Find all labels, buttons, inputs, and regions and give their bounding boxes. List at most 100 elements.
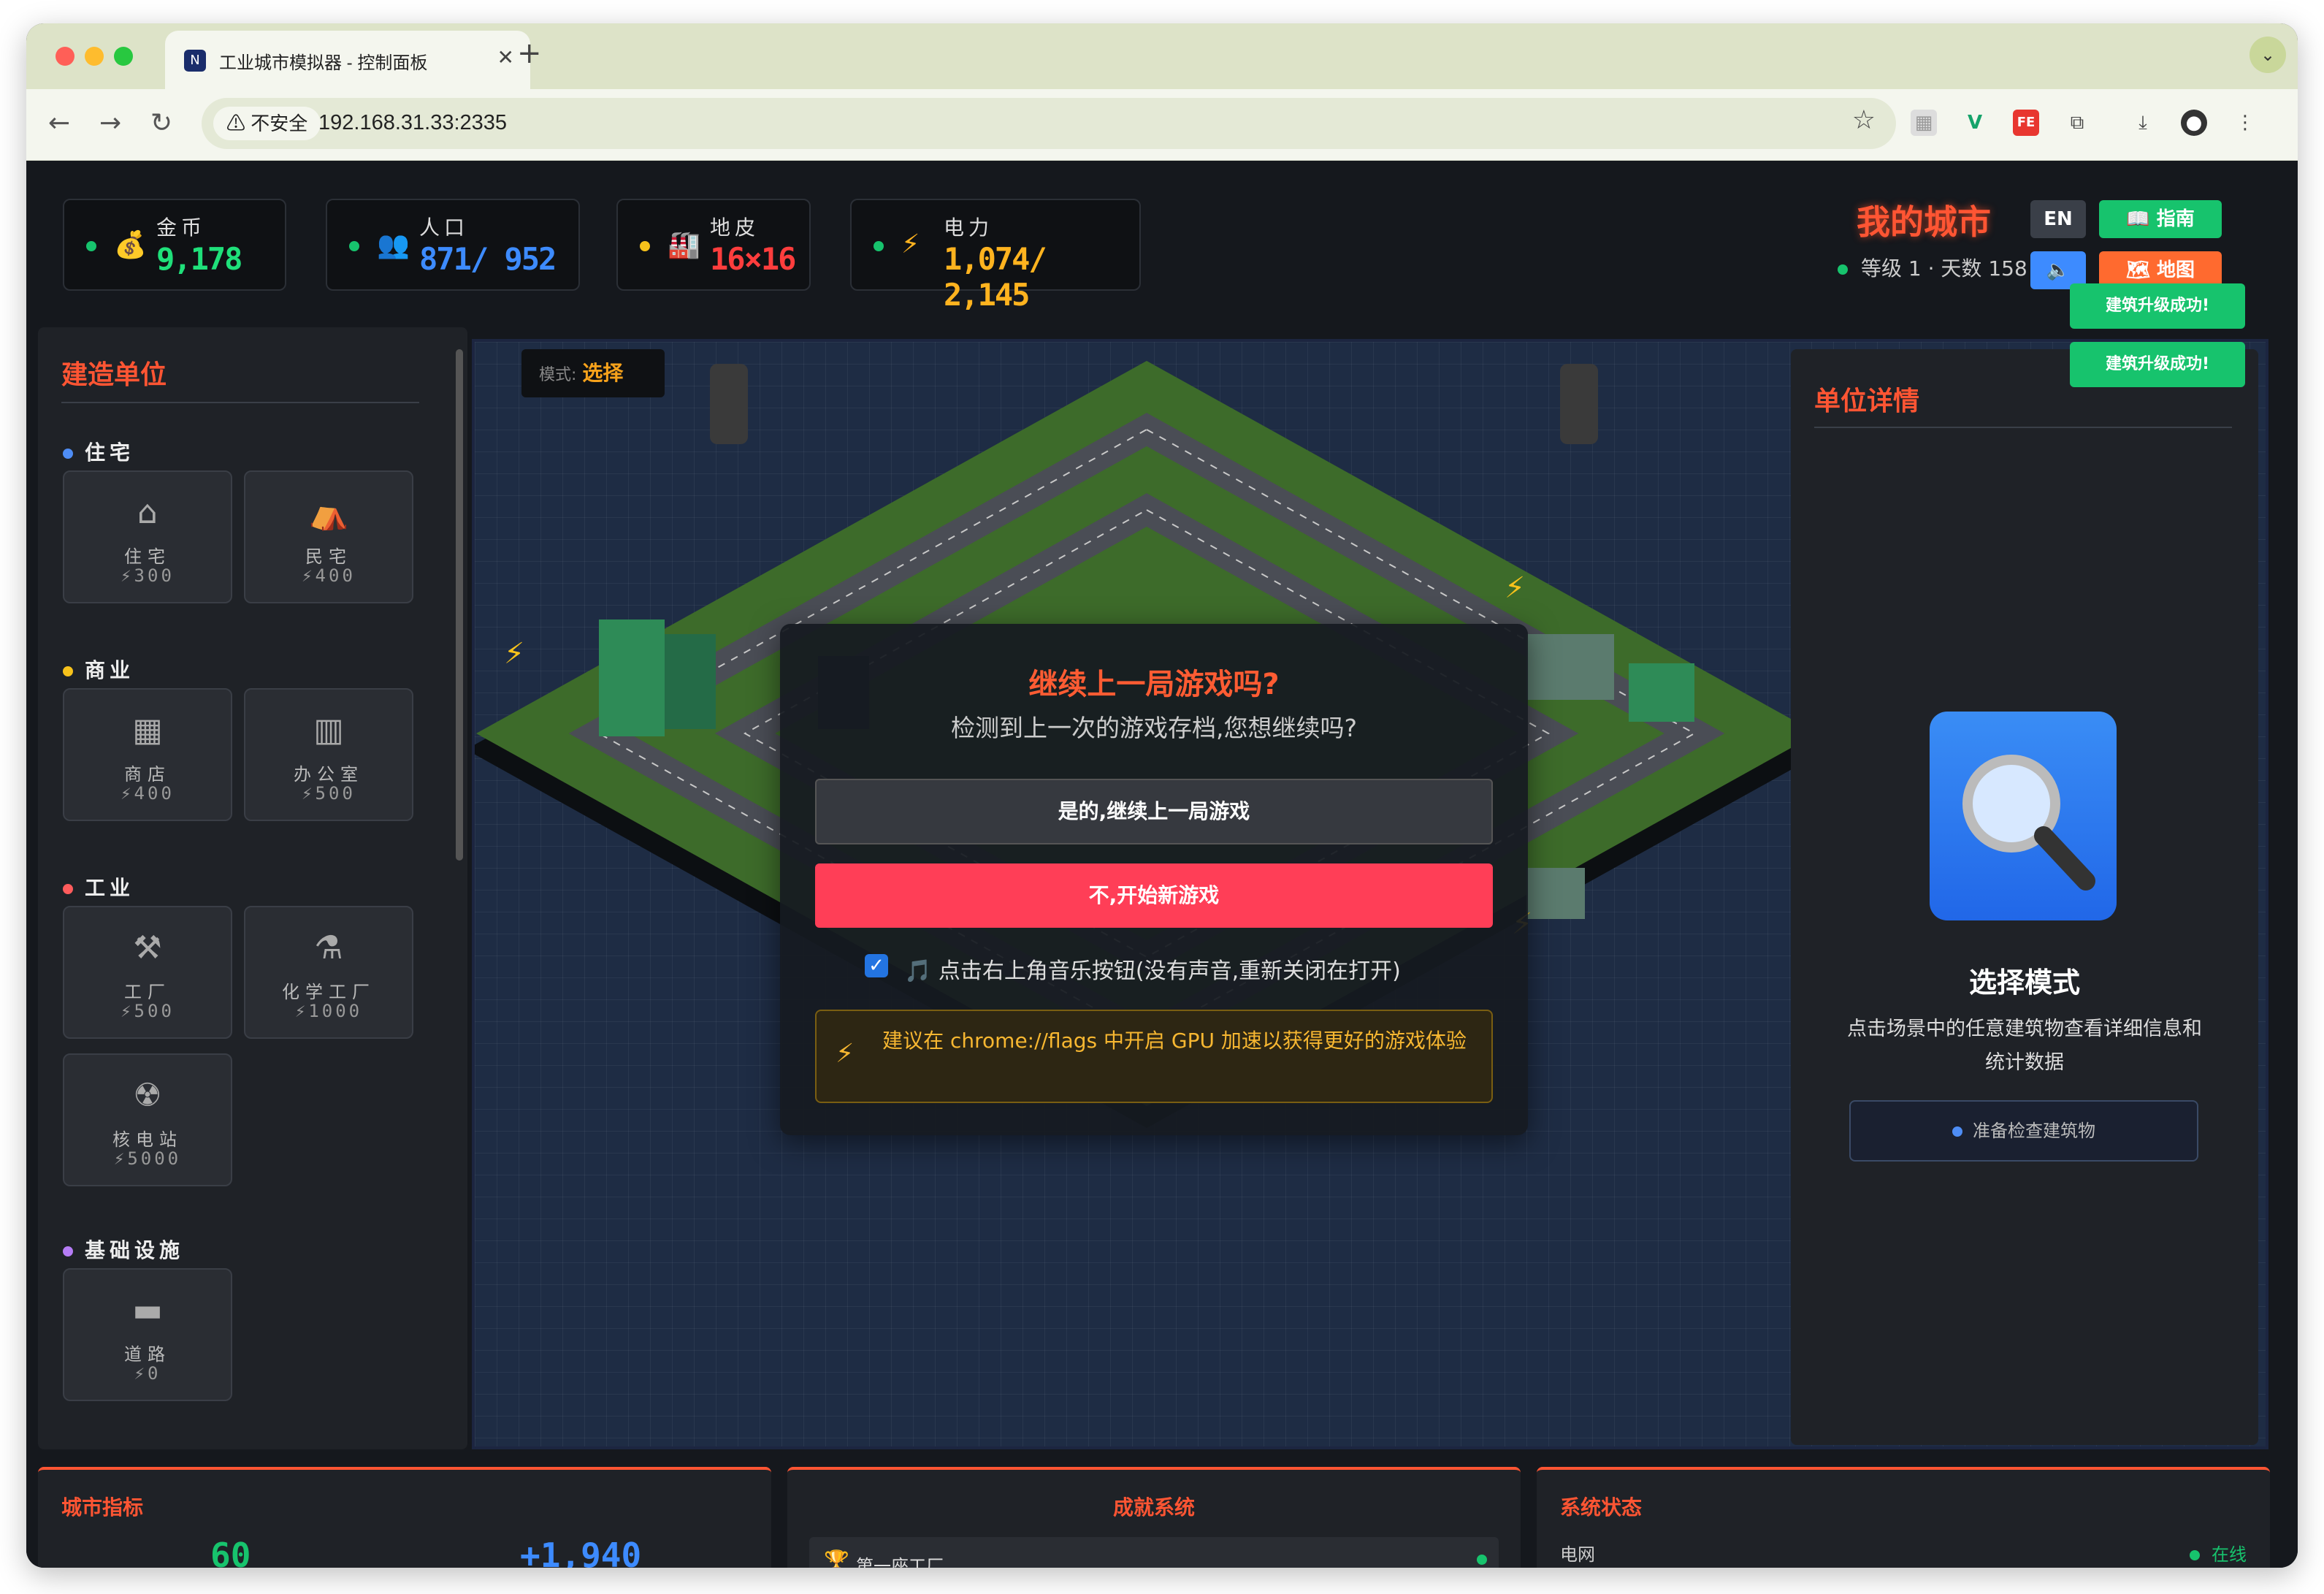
city-level-days: 等级 1 · 天数 158 bbox=[1838, 253, 2027, 282]
divider bbox=[61, 402, 419, 403]
stat-land: 🏭 地皮 16×16 bbox=[616, 199, 811, 291]
build-card-shop[interactable]: ▦ 商店 ⚡400 bbox=[63, 688, 232, 821]
build-card-office[interactable]: ▥ 办公室 ⚡500 bbox=[244, 688, 413, 821]
download-icon[interactable]: ⤓ bbox=[2130, 110, 2156, 136]
select-mode-title: 选择模式 bbox=[1968, 966, 2080, 999]
build-price: ⚡400 bbox=[302, 565, 356, 586]
build-card-factory[interactable]: ⚒ 工厂 ⚡500 bbox=[63, 906, 232, 1039]
cooling-tower bbox=[1560, 364, 1598, 444]
build-name: 民宅 bbox=[305, 546, 352, 567]
build-card-road[interactable]: ▬ 道路 ⚡0 bbox=[63, 1268, 232, 1401]
browser-window: N 工业城市模拟器 - 控制面板 ✕ + ⌄ ← → ↻ ⚠ 不安全 192.1… bbox=[26, 23, 2298, 1568]
build-card-chemical-plant[interactable]: ⚗ 化学工厂 ⚡1000 bbox=[244, 906, 413, 1039]
lightning-icon: ⚡ bbox=[901, 229, 920, 259]
maximize-window-button[interactable] bbox=[114, 47, 133, 66]
mode-value: 选择 bbox=[582, 361, 624, 385]
extension-grid-icon[interactable]: ▦ bbox=[1911, 110, 1937, 136]
system-status-panel: 系统状态 电网 在线 bbox=[1537, 1467, 2270, 1568]
dialog-subtitle: 检测到上一次的游戏存档,您想继续吗? bbox=[950, 714, 1357, 742]
new-tab-button[interactable]: + bbox=[517, 37, 542, 70]
category-dot bbox=[63, 1246, 73, 1256]
browser-toolbar: ← → ↻ ⚠ 不安全 192.168.31.33:2335 ☆ ▦ V FE … bbox=[26, 89, 2298, 161]
extension-fe-icon[interactable]: FE bbox=[2013, 110, 2039, 136]
achievements-panel: 成就系统 🏆 第一座工厂 bbox=[787, 1467, 1521, 1568]
continue-game-button[interactable]: 是的,继续上一局游戏 bbox=[815, 779, 1493, 844]
system-row-value-text: 在线 bbox=[2212, 1544, 2247, 1565]
category-dot bbox=[63, 449, 73, 459]
stat-label: 地皮 bbox=[710, 216, 760, 240]
lightning-icon: ⚡ bbox=[504, 637, 524, 671]
url-text[interactable]: 192.168.31.33:2335 bbox=[318, 111, 507, 135]
forward-arrow-icon[interactable]: → bbox=[99, 108, 121, 138]
stat-label: 人口 bbox=[419, 216, 470, 240]
trophy-icon: 🏆 bbox=[824, 1549, 849, 1568]
city-metrics-panel: 城市指标 60 +1,940 bbox=[38, 1467, 771, 1568]
back-arrow-icon[interactable]: ← bbox=[48, 108, 70, 138]
category-commercial: 商业 bbox=[63, 655, 134, 684]
security-indicator[interactable]: ⚠ 不安全 bbox=[213, 107, 321, 140]
stat-value: 16×16 bbox=[710, 241, 796, 277]
metric-value: 60 bbox=[210, 1536, 251, 1568]
build-card-nuclear-plant[interactable]: ☢ 核电站 ⚡5000 bbox=[63, 1053, 232, 1186]
hut-icon: ⛺ bbox=[308, 495, 349, 532]
metric-value: +1,940 bbox=[520, 1536, 642, 1568]
language-button[interactable]: EN bbox=[2030, 200, 2086, 238]
city-name: 我的城市 bbox=[1857, 202, 1991, 242]
radiation-icon: ☢ bbox=[133, 1077, 162, 1114]
guide-button[interactable]: 📖 指南 bbox=[2099, 200, 2222, 238]
category-label: 商业 bbox=[85, 658, 135, 682]
build-card-dwelling[interactable]: ⛺ 民宅 ⚡400 bbox=[244, 470, 413, 603]
stat-dot bbox=[86, 241, 96, 251]
gpu-tip-text: 建议在 chrome://flags 中开启 GPU 加速以获得更好的游戏体验 bbox=[882, 1029, 1467, 1053]
extension-v-icon[interactable]: V bbox=[1962, 110, 1988, 136]
green-building bbox=[599, 619, 665, 736]
build-panel-title: 建造单位 bbox=[61, 360, 167, 390]
build-price: ⚡300 bbox=[121, 565, 175, 586]
system-status-title: 系统状态 bbox=[1560, 1495, 1643, 1519]
build-card-house[interactable]: ⌂ 住宅 ⚡300 bbox=[63, 470, 232, 603]
security-label: 不安全 bbox=[251, 113, 308, 134]
minimize-window-button[interactable] bbox=[85, 47, 104, 66]
address-bar[interactable]: ⚠ 不安全 192.168.31.33:2335 ☆ bbox=[202, 98, 1896, 149]
bookmark-star-icon[interactable]: ☆ bbox=[1852, 105, 1876, 135]
category-label: 住宅 bbox=[85, 441, 135, 465]
browser-tab[interactable]: N 工业城市模拟器 - 控制面板 ✕ bbox=[165, 31, 530, 89]
lightning-icon: ⚡ bbox=[836, 1039, 855, 1069]
people-icon: 👥 bbox=[377, 230, 410, 260]
build-price: ⚡5000 bbox=[113, 1148, 182, 1169]
system-row-value: 在线 bbox=[2190, 1540, 2247, 1566]
office-icon: ▥ bbox=[313, 712, 344, 749]
browser-menu-icon[interactable]: ⋮ bbox=[2232, 110, 2258, 136]
reload-icon[interactable]: ↻ bbox=[150, 108, 172, 138]
build-price: ⚡400 bbox=[121, 783, 175, 804]
scrollbar[interactable] bbox=[456, 349, 463, 861]
city-metrics-title: 城市指标 bbox=[61, 1495, 144, 1519]
category-label: 工业 bbox=[85, 876, 135, 900]
stat-power: ⚡ 电力 1,074/ 2,145 bbox=[850, 199, 1141, 313]
category-label: 基础设施 bbox=[85, 1238, 185, 1262]
factory-icon: 🏭 bbox=[668, 230, 700, 260]
solar-farm bbox=[1526, 634, 1614, 700]
extensions-puzzle-icon[interactable]: ⧉ bbox=[2064, 110, 2090, 136]
stat-label: 电力 bbox=[944, 216, 994, 240]
new-game-button[interactable]: 不,开始新游戏 bbox=[815, 863, 1493, 928]
build-price: ⚡500 bbox=[121, 1001, 175, 1021]
lightning-icon: ⚡ bbox=[1505, 571, 1525, 605]
stat-dot bbox=[640, 241, 650, 251]
profile-avatar[interactable]: ● bbox=[2181, 110, 2207, 136]
game-viewport: 💰 金币 9,178 👥 人口 871/ 952 🏭 地皮 16×16 ⚡ 电力… bbox=[26, 161, 2298, 1568]
detail-panel: 单位详情 选择模式 点击场景中的任意建筑物查看详细信息和统计数据 准备检查建筑物 bbox=[1791, 349, 2258, 1445]
road-icon: ▬ bbox=[132, 1292, 163, 1329]
tab-search-button[interactable]: ⌄ bbox=[2250, 37, 2286, 73]
tab-close-icon[interactable]: ✕ bbox=[497, 45, 514, 69]
build-name: 工厂 bbox=[124, 982, 171, 1002]
build-price: ⚡0 bbox=[134, 1363, 161, 1384]
build-name: 办公室 bbox=[294, 764, 364, 785]
music-checkbox[interactable]: ✓ bbox=[865, 954, 888, 977]
money-bag-icon: 💰 bbox=[114, 230, 147, 260]
status-dot bbox=[1952, 1126, 1962, 1137]
close-window-button[interactable] bbox=[56, 47, 74, 66]
build-price: ⚡500 bbox=[302, 783, 356, 804]
category-dot bbox=[63, 884, 73, 894]
green-building bbox=[665, 634, 716, 729]
